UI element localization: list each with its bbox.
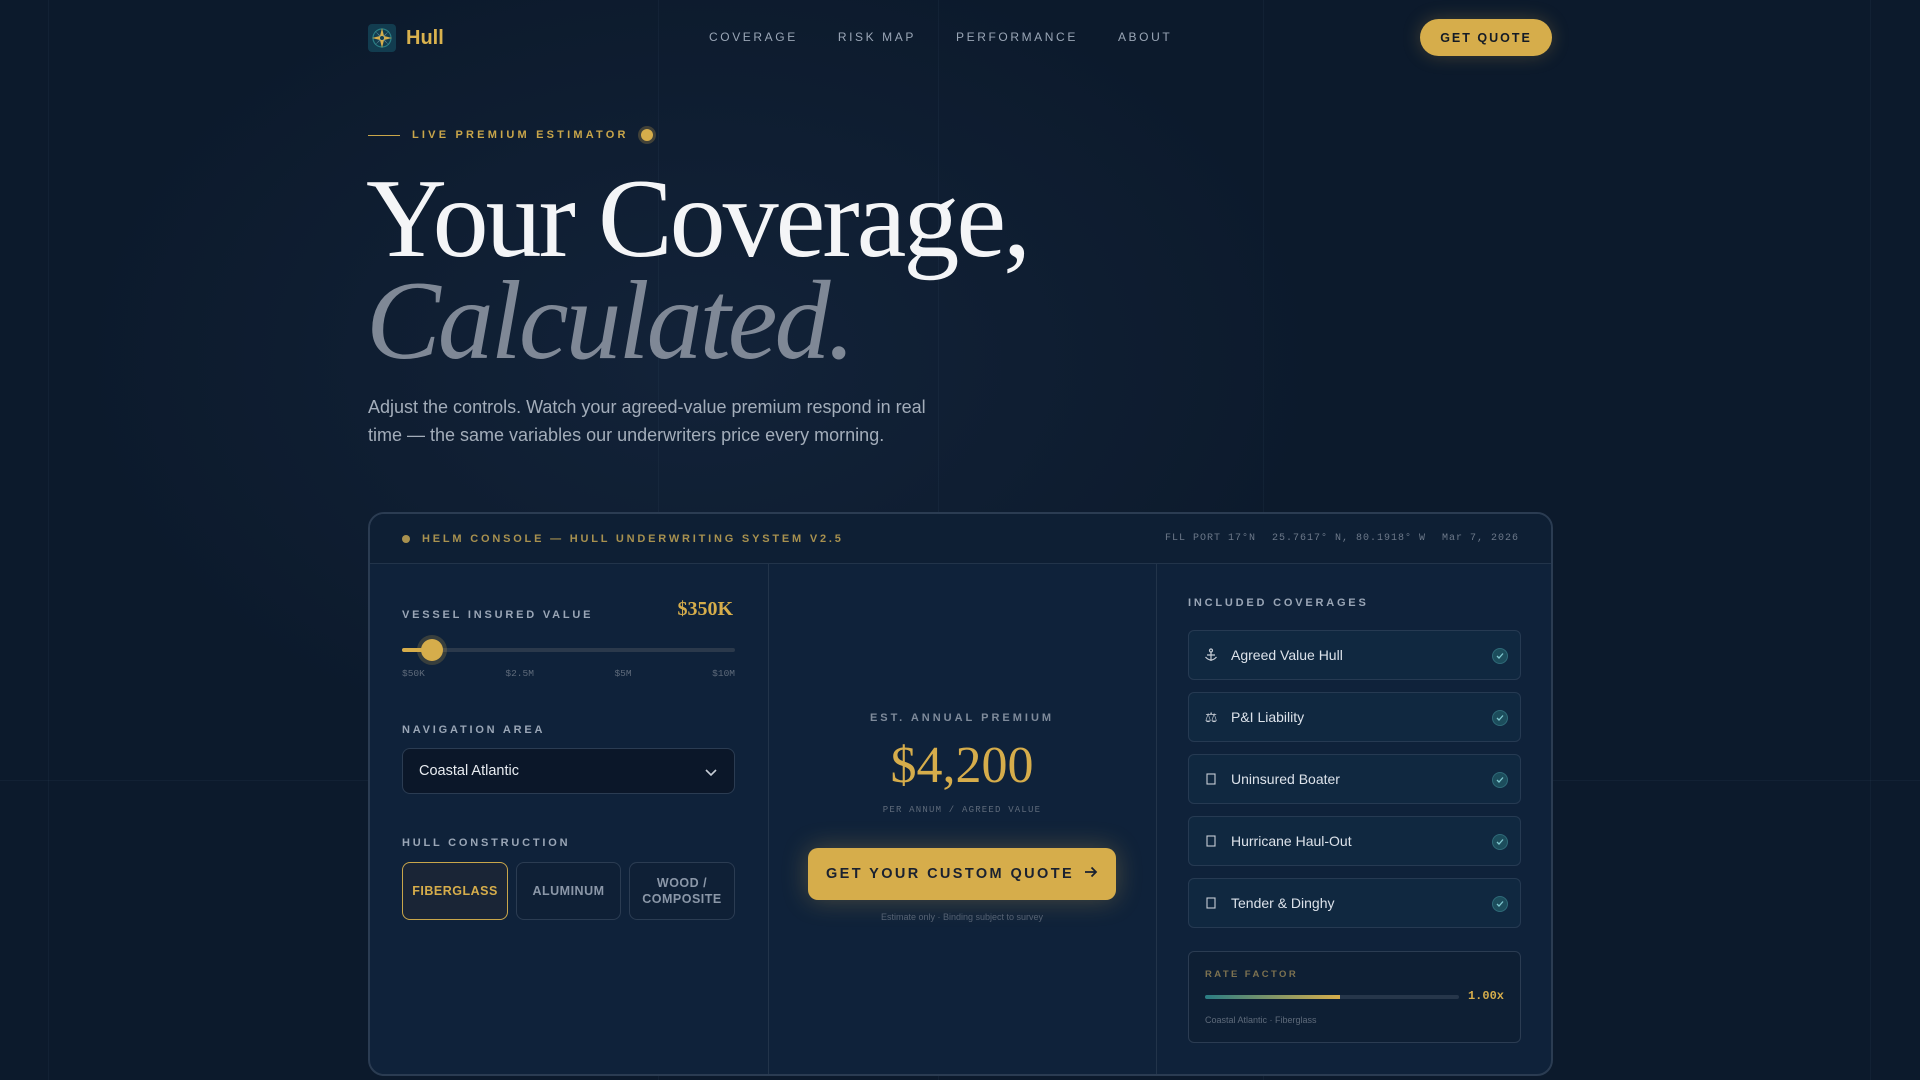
check-icon (1492, 710, 1508, 726)
coverage-item-uninsured-boater[interactable]: Uninsured Boater (1188, 754, 1521, 804)
premium-subtext: PER ANNUM / AGREED VALUE (882, 805, 1042, 815)
tick-label: $50K (402, 668, 425, 679)
coordinates-readout: 25.7617° N, 80.1918° W (1271, 533, 1426, 544)
grid-line (48, 0, 49, 1080)
coverage-label: Tender & Dinghy (1231, 895, 1335, 911)
box-icon (1203, 897, 1219, 909)
custom-quote-label: GET YOUR CUSTOM QUOTE (825, 866, 1075, 882)
check-icon (1492, 834, 1508, 850)
check-icon (1492, 772, 1508, 788)
tick-label: $10M (712, 668, 735, 679)
slider-thumb[interactable] (421, 639, 443, 661)
premium-label: EST. ANNUAL PREMIUM (869, 712, 1055, 724)
nav-links: COVERAGE RISK MAP PERFORMANCE ABOUT (709, 30, 1172, 44)
rate-factor-caption: Coastal Atlantic · Fiberglass (1205, 1015, 1317, 1025)
vessel-value-slider[interactable] (402, 639, 735, 661)
arrow-right-icon (1084, 865, 1098, 883)
rate-factor-panel: RATE FACTOR 1.00x Coastal Atlantic · Fib… (1188, 951, 1521, 1043)
console-meta: FLL PORT 17°N 25.7617° N, 80.1918° W Mar… (1165, 533, 1519, 544)
coverage-item-tender-dinghy[interactable]: Tender & Dinghy (1188, 878, 1521, 928)
date-readout: Mar 7, 2026 (1441, 533, 1519, 544)
compass-icon (368, 24, 396, 52)
nav-link-risk-map[interactable]: RISK MAP (838, 30, 916, 44)
vessel-value-label: VESSEL INSURED VALUE (402, 609, 594, 621)
helm-console: HELM CONSOLE — HULL UNDERWRITING SYSTEM … (368, 512, 1553, 1076)
anchor-icon (1203, 648, 1219, 662)
check-icon (1492, 896, 1508, 912)
navigation-area-label: NAVIGATION AREA (402, 724, 546, 736)
coverage-item-pi-liability[interactable]: ⚖ P&I Liability (1188, 692, 1521, 742)
status-dot (402, 535, 410, 543)
column-divider (768, 564, 769, 1074)
premium-amount: $4,200 (890, 737, 1034, 794)
nav-link-about[interactable]: ABOUT (1118, 30, 1172, 44)
coverage-item-agreed-value-hull[interactable]: Agreed Value Hull (1188, 630, 1521, 680)
nav-link-performance[interactable]: PERFORMANCE (956, 30, 1078, 44)
console-title: HELM CONSOLE — HULL UNDERWRITING SYSTEM … (422, 533, 844, 545)
console-header: HELM CONSOLE — HULL UNDERWRITING SYSTEM … (370, 514, 1551, 564)
hero-title: Your Coverage, Calculated. (366, 163, 1031, 383)
navigation-area-value: Coastal Atlantic (419, 763, 519, 779)
eyebrow-text: LIVE PREMIUM ESTIMATOR (412, 129, 629, 141)
get-quote-button[interactable]: GET QUOTE (1420, 19, 1552, 56)
rate-factor-label: RATE FACTOR (1205, 969, 1299, 980)
get-custom-quote-button[interactable]: GET YOUR CUSTOM QUOTE (808, 848, 1116, 900)
hull-option-fiberglass[interactable]: FIBERGLASS (402, 862, 508, 920)
brand-name: Hull (406, 26, 444, 49)
estimate-disclaimer: Estimate only · Binding subject to surve… (880, 912, 1044, 922)
hull-construction-label: HULL CONSTRUCTION (402, 837, 571, 849)
coverage-label: Uninsured Boater (1231, 771, 1340, 787)
hero-title-line2: Calculated. (366, 259, 855, 383)
scales-icon: ⚖ (1204, 708, 1218, 725)
check-icon (1492, 648, 1508, 664)
tick-label: $5M (614, 668, 632, 679)
navigation-area-select[interactable]: Coastal Atlantic (402, 748, 735, 794)
column-divider (1156, 564, 1157, 1074)
coverage-label: Agreed Value Hull (1231, 647, 1343, 663)
rate-factor-fill (1205, 995, 1340, 999)
included-coverages-label: INCLUDED COVERAGES (1188, 597, 1369, 609)
box-icon (1203, 835, 1219, 847)
brand-logo[interactable]: Hull (368, 24, 444, 52)
grid-line (1870, 0, 1871, 1080)
eyebrow-line (368, 134, 400, 136)
port-readout: FLL PORT 17°N (1164, 533, 1256, 544)
coverage-item-hurricane-haul-out[interactable]: Hurricane Haul-Out (1188, 816, 1521, 866)
top-nav: Hull COVERAGE RISK MAP PERFORMANCE ABOUT… (0, 0, 1920, 76)
rate-factor-bar (1205, 995, 1459, 999)
hull-option-aluminum[interactable]: ALUMINUM (516, 862, 621, 920)
hero-subtitle: Adjust the controls. Watch your agreed-v… (368, 397, 926, 445)
tick-label: $2.5M (505, 668, 534, 679)
nav-link-coverage[interactable]: COVERAGE (709, 30, 798, 44)
coverage-label: P&I Liability (1231, 709, 1305, 725)
slider-ticks: $50K $2.5M $5M $10M (402, 668, 735, 679)
rate-factor-value: 1.00x (1467, 989, 1504, 1003)
vessel-value-amount: $350K (677, 598, 733, 620)
box-icon (1203, 773, 1219, 785)
hull-option-wood-composite[interactable]: WOOD / COMPOSITE (629, 862, 735, 920)
live-indicator-dot (640, 129, 653, 141)
hero-eyebrow: LIVE PREMIUM ESTIMATOR (368, 128, 653, 142)
chevron-down-icon (704, 765, 718, 783)
coverage-label: Hurricane Haul-Out (1231, 833, 1352, 849)
